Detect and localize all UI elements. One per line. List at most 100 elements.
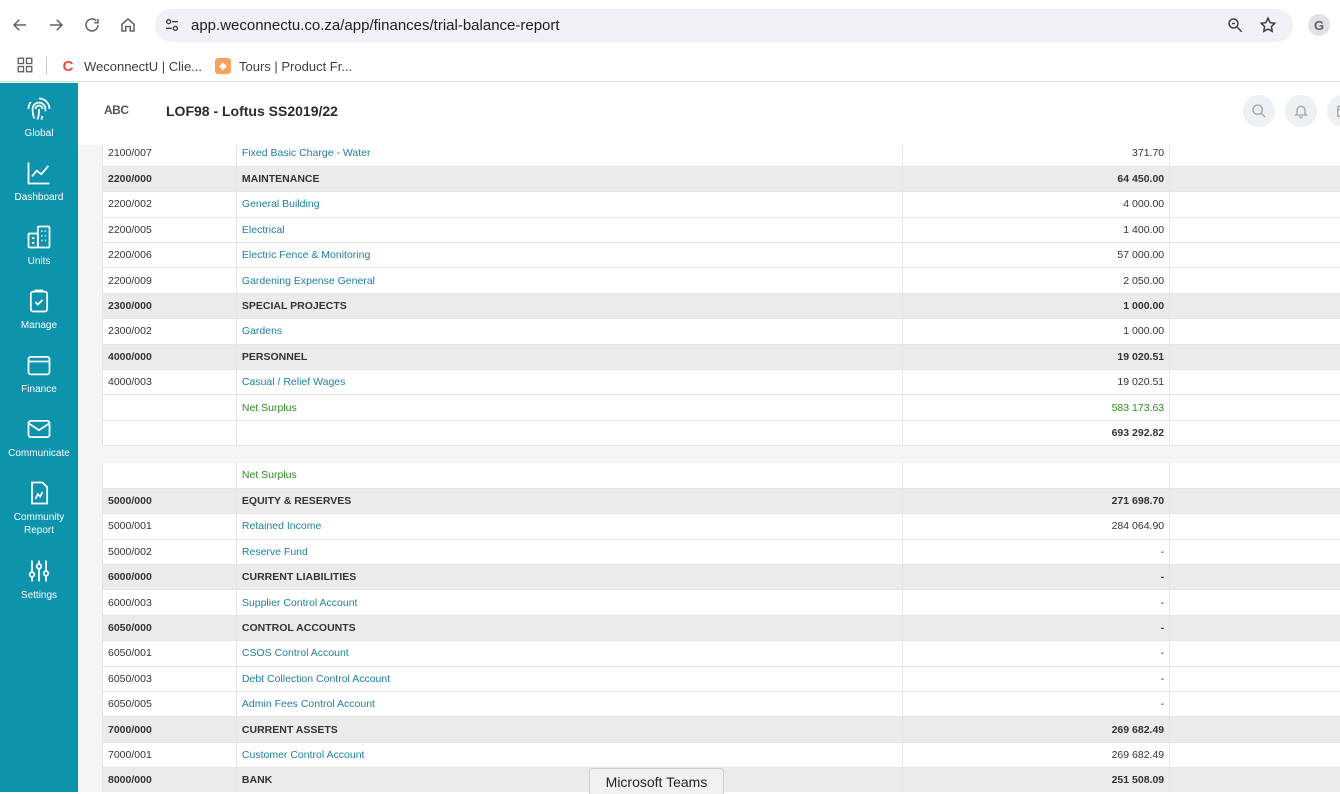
address-bar[interactable]: app.weconnectu.co.za/app/finances/trial-… bbox=[155, 9, 1293, 42]
zoom-icon[interactable] bbox=[1226, 16, 1244, 34]
sidebar-item-finance[interactable]: Finance bbox=[0, 351, 78, 396]
sidebar-item-settings[interactable]: Settings bbox=[0, 557, 78, 602]
weconnectu-favicon-icon: C bbox=[60, 58, 76, 74]
url-text[interactable]: app.weconnectu.co.za/app/finances/trial-… bbox=[191, 17, 560, 34]
account-name-link[interactable]: Gardens bbox=[236, 319, 902, 344]
reload-button[interactable] bbox=[74, 7, 110, 43]
sidebar-item-community-report[interactable]: Community Report bbox=[0, 479, 78, 537]
account-code-cell: 2300/002 bbox=[103, 319, 237, 344]
table-row: 2200/009Gardening Expense General2 050.0… bbox=[103, 268, 1340, 293]
account-name-cell: SPECIAL PROJECTS bbox=[236, 293, 902, 318]
account-name-cell: CURRENT ASSETS bbox=[236, 717, 902, 742]
back-button[interactable] bbox=[2, 7, 38, 43]
account-code-cell: 2200/006 bbox=[103, 243, 237, 268]
amount-cell: 251 508.09 bbox=[903, 768, 1170, 792]
amount-cell: 19 020.51 bbox=[903, 344, 1170, 369]
account-code-cell: 2200/000 bbox=[103, 166, 237, 191]
amount-cell: 583 173.63 bbox=[903, 395, 1170, 420]
account-name-link[interactable]: Supplier Control Account bbox=[236, 590, 902, 615]
extra-column-cell bbox=[1170, 488, 1340, 513]
amount-cell: - bbox=[903, 590, 1170, 615]
sidebar-item-units[interactable]: Units bbox=[0, 223, 78, 268]
bookmark-tours[interactable]: ◆ Tours | Product Fr... bbox=[215, 54, 352, 78]
bell-icon bbox=[1293, 103, 1309, 119]
amount-cell: 1 000.00 bbox=[903, 319, 1170, 344]
report-icon bbox=[25, 479, 53, 507]
account-name-link[interactable]: Debt Collection Control Account bbox=[236, 666, 902, 691]
account-code-cell: 4000/003 bbox=[103, 370, 237, 395]
site-settings-icon[interactable] bbox=[164, 17, 180, 33]
table-row: Net Surplus bbox=[103, 463, 1340, 488]
forward-button[interactable] bbox=[38, 7, 74, 43]
account-name-link[interactable]: Casual / Relief Wages bbox=[236, 370, 902, 395]
amount-cell: 4 000.00 bbox=[903, 192, 1170, 217]
amount-cell: 1 400.00 bbox=[903, 217, 1170, 242]
account-name-link[interactable]: Reserve Fund bbox=[236, 539, 902, 564]
sidebar-item-dashboard[interactable]: Dashboard bbox=[0, 159, 78, 204]
account-name-cell: CURRENT LIABILITIES bbox=[236, 565, 902, 590]
account-code-cell: 8000/000 bbox=[103, 768, 237, 792]
table-row: 2300/002Gardens1 000.00 bbox=[103, 319, 1340, 344]
sidebar-label-line2: Report bbox=[0, 524, 78, 537]
extra-column-cell bbox=[1170, 192, 1340, 217]
extra-column-cell bbox=[1170, 692, 1340, 717]
account-name-link[interactable]: Electrical bbox=[236, 217, 902, 242]
page-title: LOF98 - Loftus SS2019/22 bbox=[166, 103, 338, 119]
table-group-row: 2200/000MAINTENANCE64 450.00 bbox=[103, 166, 1340, 191]
account-code-cell: 5000/000 bbox=[103, 488, 237, 513]
table-group-row: 6000/000CURRENT LIABILITIES- bbox=[103, 565, 1340, 590]
calendar-icon bbox=[1335, 103, 1340, 119]
amount-cell: 371.70 bbox=[903, 145, 1170, 166]
extra-column-cell bbox=[1170, 293, 1340, 318]
extra-column-cell bbox=[1170, 565, 1340, 590]
microsoft-teams-popup[interactable]: Microsoft Teams bbox=[589, 768, 724, 794]
bookmark-weconnectu[interactable]: C WeconnectU | Clie... bbox=[60, 54, 202, 78]
account-code-cell: 5000/001 bbox=[103, 514, 237, 539]
table-group-row: 4000/000PERSONNEL19 020.51 bbox=[103, 344, 1340, 369]
sidebar-item-global[interactable]: Global bbox=[0, 95, 78, 140]
company-logo[interactable]: ABC bbox=[104, 103, 129, 117]
account-name-link[interactable]: Retained Income bbox=[236, 514, 902, 539]
amount-cell: 271 698.70 bbox=[903, 488, 1170, 513]
profile-avatar[interactable]: G bbox=[1308, 14, 1330, 36]
table-row: 2200/002General Building4 000.00 bbox=[103, 192, 1340, 217]
account-code-cell bbox=[103, 463, 237, 488]
search-button[interactable] bbox=[1243, 95, 1275, 127]
amount-cell: - bbox=[903, 666, 1170, 691]
sidebar-item-manage[interactable]: Manage bbox=[0, 287, 78, 332]
amount-cell: 693 292.82 bbox=[903, 420, 1170, 445]
account-code-cell: 7000/000 bbox=[103, 717, 237, 742]
extra-column-cell bbox=[1170, 742, 1340, 767]
table-row: 6050/005Admin Fees Control Account- bbox=[103, 692, 1340, 717]
account-name-link[interactable]: Fixed Basic Charge - Water bbox=[236, 145, 902, 166]
calendar-button[interactable] bbox=[1327, 95, 1340, 127]
account-name-link[interactable]: Customer Control Account bbox=[236, 742, 902, 767]
notifications-button[interactable] bbox=[1285, 95, 1317, 127]
extra-column-cell bbox=[1170, 268, 1340, 293]
account-code-cell: 4000/000 bbox=[103, 344, 237, 369]
account-name-link[interactable]: Gardening Expense General bbox=[236, 268, 902, 293]
table-row: 2200/005Electrical1 400.00 bbox=[103, 217, 1340, 242]
account-code-cell: 6050/005 bbox=[103, 692, 237, 717]
account-code-cell bbox=[103, 395, 237, 420]
table-row: Net Surplus583 173.63 bbox=[103, 395, 1340, 420]
account-name-cell: EQUITY & RESERVES bbox=[236, 488, 902, 513]
account-name-link[interactable]: Electric Fence & Monitoring bbox=[236, 243, 902, 268]
extra-column-cell bbox=[1170, 641, 1340, 666]
apps-grid-icon[interactable] bbox=[16, 56, 34, 74]
trial-balance-table-income: 2100/007Fixed Basic Charge - Water371.70… bbox=[102, 145, 1340, 446]
account-code-cell bbox=[103, 420, 237, 445]
line-chart-icon bbox=[25, 159, 53, 187]
sidebar-item-communicate[interactable]: Communicate bbox=[0, 415, 78, 460]
account-name-link[interactable]: CSOS Control Account bbox=[236, 641, 902, 666]
extra-column-cell bbox=[1170, 539, 1340, 564]
account-name-link[interactable]: General Building bbox=[236, 192, 902, 217]
amount-cell: - bbox=[903, 692, 1170, 717]
home-button[interactable] bbox=[110, 7, 146, 43]
account-name-link[interactable]: Admin Fees Control Account bbox=[236, 692, 902, 717]
bookmark-star-icon[interactable] bbox=[1259, 16, 1277, 34]
account-code-cell: 6050/003 bbox=[103, 666, 237, 691]
extra-column-cell bbox=[1170, 590, 1340, 615]
arrow-right-icon bbox=[47, 16, 65, 34]
amount-cell: 57 000.00 bbox=[903, 243, 1170, 268]
